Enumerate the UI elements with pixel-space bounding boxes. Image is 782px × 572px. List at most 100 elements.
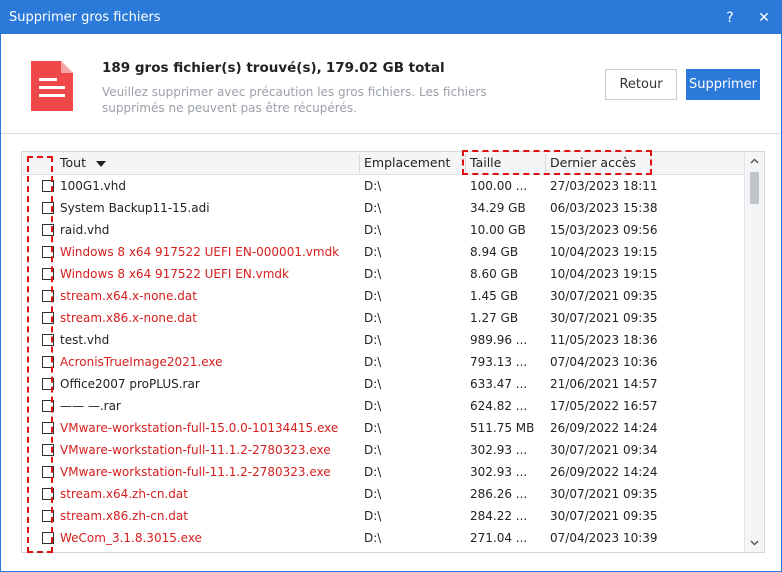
scroll-down-icon[interactable] [745,534,764,552]
file-count: 189 gros fichier(s) trouvé(s), [102,60,322,76]
file-size: 8.94 GB [470,245,519,259]
last-access-date: 15/03/2023 09:56 [550,223,658,237]
file-location: D:\ [364,443,382,457]
row-checkbox[interactable] [42,378,54,390]
table-row[interactable]: VMware-workstation-full-15.0.0-10134415.… [22,417,744,439]
column-header-size[interactable]: Taille [466,152,546,174]
delete-button[interactable]: Supprimer [686,69,760,100]
file-location: D:\ [364,267,382,281]
table-row[interactable]: 100G1.vhd D:\ 100.00 ... 27/03/2023 18:11 [22,175,744,197]
row-checkbox[interactable] [42,224,54,236]
files-table: Tout Emplacement Taille Dernier accès 10… [21,151,765,553]
file-size: 8.60 GB [470,267,519,281]
file-name: VMware-workstation-full-11.1.2-2780323.e… [60,465,331,479]
file-location: D:\ [364,289,382,303]
last-access-date: 07/04/2023 10:39 [550,531,658,545]
column-label-all: Tout [60,155,86,170]
table-row[interactable]: AcronisTrueImage2021.exe D:\ 793.13 ... 07/… [22,351,744,373]
table-row[interactable]: stream.x64.zh-cn.dat D:\ 286.26 ... 30/07/2… [22,483,744,505]
file-size: 511.75 MB [470,421,535,435]
file-size: 10.00 GB [470,223,526,237]
table-row[interactable]: VMware-workstation-full-11.1.2-2780323.e… [22,461,744,483]
summary-header: 189 gros fichier(s) trouvé(s), 179.02 GB … [1,34,781,134]
file-name: —— —.rar [60,399,121,413]
file-name: WeCom_3.1.8.3015.exe [60,531,202,545]
file-name: Windows 8 x64 917522 UEFI EN-000001.vmdk [60,245,340,259]
table-row[interactable]: raid.vhd D:\ 10.00 GB 15/03/2023 09:56 [22,219,744,241]
row-checkbox[interactable] [42,400,54,412]
last-access-date: 07/04/2023 10:36 [550,355,658,369]
scroll-up-icon[interactable] [745,152,764,170]
table-row[interactable]: VMware-workstation-full-11.1.2-2780323.e… [22,439,744,461]
table-row[interactable]: test.vhd D:\ 989.96 ... 11/05/2023 18:36 [22,329,744,351]
row-checkbox[interactable] [42,488,54,500]
file-size: 286.26 ... [470,487,528,501]
row-checkbox[interactable] [42,422,54,434]
table-row[interactable]: Windows 8 x64 917522 UEFI EN.vmdk D:\ 8.60… [22,263,744,285]
file-location: D:\ [364,487,382,501]
file-name: raid.vhd [60,223,110,237]
last-access-date: 10/04/2023 19:15 [550,245,658,259]
row-checkbox[interactable] [42,246,54,258]
table-row[interactable]: —— —.rar D:\ 624.82 ... 17/05/2022 16:57 [22,395,744,417]
file-document-icon [31,61,73,111]
file-name: VMware-workstation-full-11.1.2-2780323.e… [60,443,331,457]
help-icon[interactable]: ? [713,1,747,34]
file-name: stream.x64.zh-cn.dat [60,487,188,501]
vertical-scrollbar[interactable] [744,152,764,552]
row-checkbox[interactable] [42,180,54,192]
close-icon[interactable]: ✕ [747,1,781,34]
last-access-date: 21/06/2021 14:57 [550,377,658,391]
last-access-date: 27/03/2023 18:11 [550,179,658,193]
row-checkbox[interactable] [42,268,54,280]
row-checkbox[interactable] [42,510,54,522]
table-row[interactable]: Office2007 proPLUS.rar D:\ 633.47 ... 21/06… [22,373,744,395]
last-access-date: 30/07/2021 09:35 [550,311,658,325]
file-size: 793.13 ... [470,355,528,369]
file-size: 284.22 ... [470,509,528,523]
file-name: stream.x64.x-none.dat [60,289,197,303]
file-size: 271.04 ... [470,531,528,545]
table-body: 100G1.vhd D:\ 100.00 ... 27/03/2023 18:11 Sy… [22,175,744,549]
row-checkbox[interactable] [42,290,54,302]
row-checkbox[interactable] [42,334,54,346]
file-size: 34.29 GB [470,201,526,215]
table-row[interactable]: Windows 8 x64 917522 UEFI EN-000001.vmdk… [22,241,744,263]
row-checkbox[interactable] [42,312,54,324]
last-access-date: 30/07/2021 09:35 [550,289,658,303]
file-location: D:\ [364,355,382,369]
file-location: D:\ [364,399,382,413]
table-row[interactable]: WeCom_3.1.8.3015.exe D:\ 271.04 ... 07/04/2… [22,527,744,549]
title-bar: Supprimer gros fichiers ? ✕ [1,1,781,34]
row-checkbox[interactable] [42,444,54,456]
scrollbar-thumb[interactable] [750,172,759,204]
column-header-location[interactable]: Emplacement [360,152,464,174]
table-row[interactable]: stream.x86.x-none.dat D:\ 1.27 GB 30/07/202… [22,307,744,329]
row-checkbox[interactable] [42,356,54,368]
last-access-date: 11/05/2023 18:36 [550,333,658,347]
file-location: D:\ [364,421,382,435]
window-title: Supprimer gros fichiers [9,10,161,25]
file-name: test.vhd [60,333,110,347]
back-button[interactable]: Retour [605,69,677,100]
file-location: D:\ [364,509,382,523]
table-row[interactable]: System Backup11-15.adi D:\ 34.29 GB 06/03/2… [22,197,744,219]
file-size: 100.00 ... [470,179,528,193]
table-row[interactable]: stream.x86.zh-cn.dat D:\ 284.22 ... 30/07/2… [22,505,744,527]
last-access-date: 06/03/2023 15:38 [550,201,658,215]
file-location: D:\ [364,333,382,347]
last-access-date: 30/07/2021 09:35 [550,509,658,523]
chevron-down-icon[interactable] [95,160,106,167]
file-location: D:\ [364,311,382,325]
column-header-all[interactable]: Tout [56,152,358,174]
row-checkbox[interactable] [42,466,54,478]
row-checkbox[interactable] [42,532,54,544]
column-header-last-access[interactable]: Dernier accès [546,152,744,174]
table-row[interactable]: stream.x64.x-none.dat D:\ 1.45 GB 30/07/202… [22,285,744,307]
file-name: Windows 8 x64 917522 UEFI EN.vmdk [60,267,289,281]
file-location: D:\ [364,245,382,259]
file-size: 302.93 ... [470,443,528,457]
row-checkbox[interactable] [42,202,54,214]
file-size: 1.45 GB [470,289,519,303]
total-size: 179.02 GB total [325,60,445,76]
